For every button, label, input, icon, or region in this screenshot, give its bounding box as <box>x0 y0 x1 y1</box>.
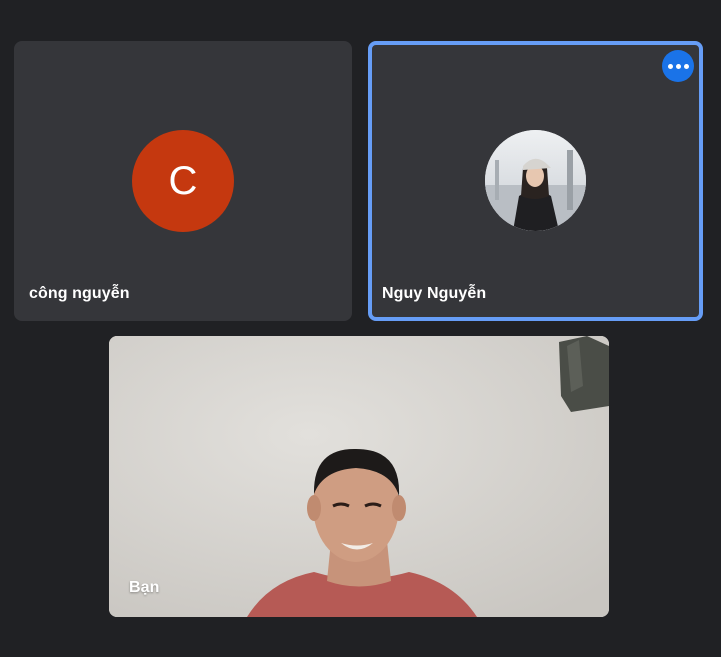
camera-video-feed <box>109 336 609 617</box>
participant-tile-active[interactable]: Nguy Nguyễn <box>368 41 703 321</box>
more-horiz-icon-dot <box>675 63 681 69</box>
profile-photo-image <box>485 130 586 231</box>
avatar-photo <box>485 130 586 231</box>
self-video-tile[interactable]: Bạn <box>109 336 609 617</box>
participant-tile[interactable]: C công nguyễn <box>14 41 352 321</box>
participant-name: Bạn <box>129 579 160 596</box>
avatar: C <box>132 130 234 232</box>
participant-name: Nguy Nguyễn <box>382 285 487 302</box>
more-options-button[interactable] <box>662 50 694 82</box>
more-horiz-icon <box>667 63 673 69</box>
more-horiz-icon-dot <box>683 63 689 69</box>
participant-name: công nguyễn <box>29 285 130 302</box>
meeting-grid: C công nguyễn Nguy Nguyễn Bạn <box>0 0 721 657</box>
